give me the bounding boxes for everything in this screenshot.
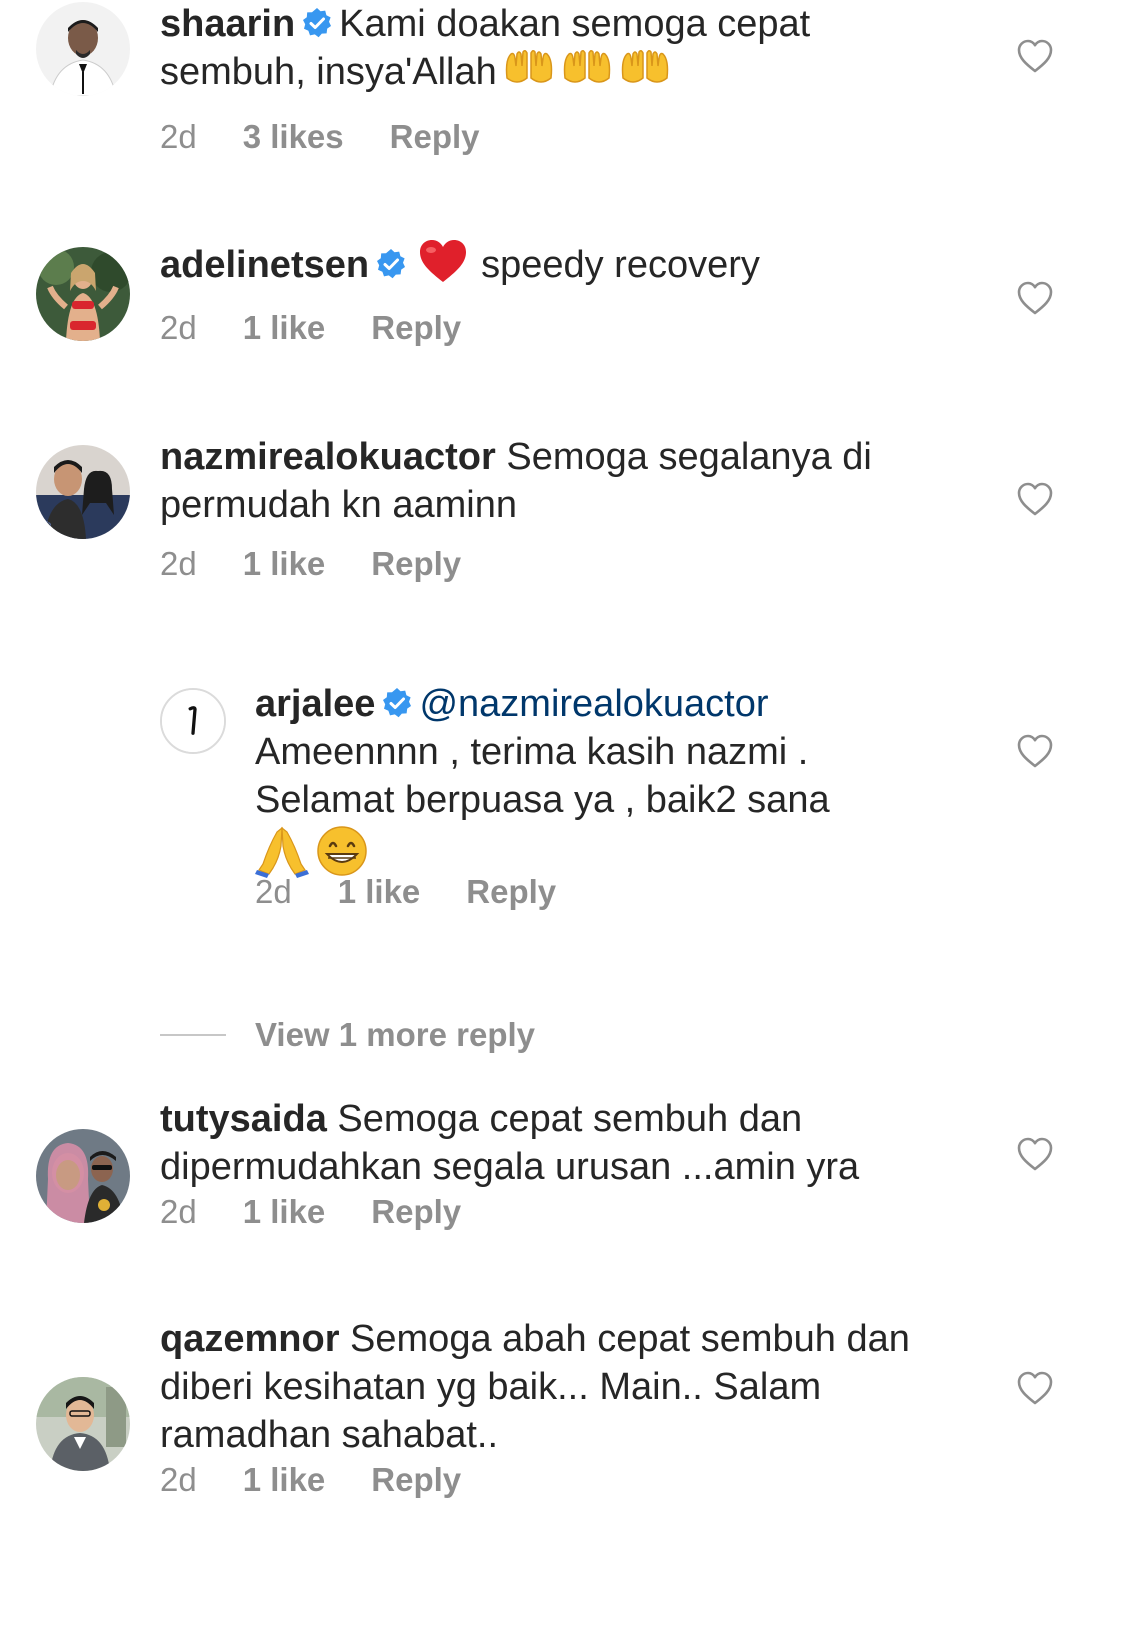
like-heart-icon[interactable]	[1016, 1370, 1054, 1406]
reply-button[interactable]: Reply	[371, 1461, 461, 1499]
avatar[interactable]	[36, 2, 130, 96]
open-hands-emoji-icon	[561, 48, 613, 88]
comment-time: 2d	[160, 1193, 197, 1230]
comment-username[interactable]: qazemnor	[160, 1318, 339, 1360]
comment-meta: 2d 1 like Reply	[160, 545, 507, 583]
comment-meta: 2d 1 like Reply	[255, 873, 602, 911]
reply-button[interactable]: Reply	[371, 309, 461, 347]
like-heart-icon[interactable]	[1016, 38, 1054, 74]
grinning-face-emoji-icon	[315, 824, 369, 878]
comment-time: 2d	[160, 118, 197, 155]
open-hands-emoji-icon	[503, 48, 555, 88]
verified-badge-icon	[301, 7, 333, 39]
comment-likes[interactable]: 1 like	[243, 309, 326, 347]
like-heart-icon[interactable]	[1016, 733, 1054, 769]
open-hands-emoji-icon	[619, 48, 671, 88]
comment-body: adelinetsen speedy recovery	[160, 237, 960, 289]
reply-button[interactable]: Reply	[371, 545, 461, 583]
comment-likes[interactable]: 1 like	[243, 1461, 326, 1499]
reply-button[interactable]: Reply	[371, 1193, 461, 1231]
divider	[160, 1034, 226, 1036]
comment-meta: 2d 1 like Reply	[160, 309, 507, 347]
comment-username[interactable]: tutysaida	[160, 1098, 327, 1140]
view-more-replies[interactable]: View 1 more reply	[160, 1010, 760, 1060]
comment-meta: 2d 3 likes Reply	[160, 118, 526, 156]
comment-time: 2d	[160, 1461, 197, 1498]
reply-button[interactable]: Reply	[390, 118, 480, 156]
folded-hands-emoji-icon	[255, 824, 309, 878]
red-heart-emoji-icon	[417, 237, 469, 285]
avatar[interactable]	[160, 688, 226, 754]
avatar[interactable]	[36, 247, 130, 341]
comment-body: arjalee @nazmirealokuactor Ameennnn , teri…	[255, 680, 955, 880]
comment-body: tutysaida Semoga cepat sembuh dan diperm…	[160, 1095, 960, 1191]
verified-badge-icon	[381, 687, 413, 719]
comment-text: Ameennnn , terima kasih nazmi . Selamat …	[255, 731, 830, 821]
avatar[interactable]	[36, 1377, 130, 1471]
view-more-replies-label[interactable]: View 1 more reply	[255, 1010, 535, 1060]
svg-text:b: b	[46, 520, 51, 529]
like-heart-icon[interactable]	[1016, 280, 1054, 316]
comment-time: 2d	[255, 873, 292, 910]
comment-likes[interactable]: 1 like	[243, 1193, 326, 1231]
comment-meta: 2d 1 like Reply	[160, 1461, 507, 1499]
comment-body: shaarin Kami doakan semoga cepat sembuh, …	[160, 0, 960, 96]
comment-likes[interactable]: 1 like	[243, 545, 326, 583]
like-heart-icon[interactable]	[1016, 481, 1054, 517]
comment-body: qazemnor Semoga abah cepat sembuh dan di…	[160, 1315, 960, 1459]
comment-meta: 2d 1 like Reply	[160, 1193, 507, 1231]
comment-username[interactable]: adelinetsen	[160, 244, 369, 286]
verified-badge-icon	[375, 248, 407, 280]
comment-time: 2d	[160, 545, 197, 582]
comment-username[interactable]: nazmirealokuactor	[160, 436, 496, 478]
comment-time: 2d	[160, 309, 197, 346]
comment-username[interactable]: arjalee	[255, 683, 375, 725]
avatar[interactable]: b	[36, 445, 130, 539]
reply-button[interactable]: Reply	[466, 873, 556, 911]
comment-text: speedy recovery	[481, 244, 760, 286]
comment-likes[interactable]: 3 likes	[243, 118, 344, 156]
comment-likes[interactable]: 1 like	[338, 873, 421, 911]
mention-link[interactable]: @nazmirealokuactor	[419, 683, 768, 725]
comment-body: nazmirealokuactor Semoga segalanya di pe…	[160, 433, 960, 529]
comment-username[interactable]: shaarin	[160, 3, 295, 45]
avatar[interactable]	[36, 1129, 130, 1223]
like-heart-icon[interactable]	[1016, 1136, 1054, 1172]
